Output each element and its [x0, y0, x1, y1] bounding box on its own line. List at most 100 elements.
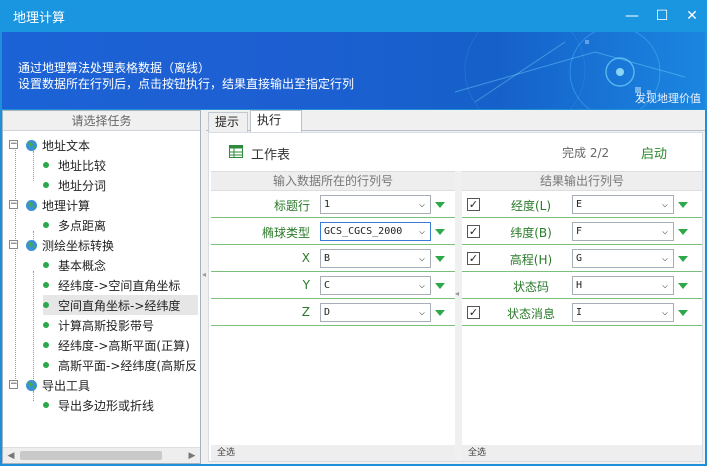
input-row-z: Z D ⌵	[211, 299, 455, 326]
tree-item-multi-distance[interactable]: 多点距离	[43, 215, 106, 235]
collapse-icon[interactable]: −	[9, 380, 18, 389]
tree-item-label: 高斯平面->经纬度(高斯反	[58, 358, 198, 373]
chevron-down-icon[interactable]: ⌵	[416, 196, 428, 213]
globe-icon	[26, 199, 37, 211]
banner-description: 通过地理算法处理表格数据（离线）	[18, 61, 211, 75]
item-dot-icon	[43, 302, 49, 308]
green-dropdown-icon[interactable]	[678, 256, 688, 262]
input-row-x: X B ⌵	[211, 245, 455, 272]
globe-icon	[26, 139, 37, 151]
output-row-elevation: ✓ 高程(H) G ⌵	[462, 245, 702, 272]
tab-hint[interactable]: 提示	[208, 112, 248, 132]
chevron-down-icon[interactable]: ⌵	[416, 250, 428, 267]
tree-group-address-text[interactable]: − 地址文本	[9, 135, 90, 155]
horizontal-scrollbar[interactable]: ◀ ▶	[3, 447, 200, 463]
collapse-icon[interactable]: −	[9, 140, 18, 149]
latitude-checkbox[interactable]: ✓	[467, 225, 480, 238]
tree-item-gauss-zone[interactable]: 计算高斯投影带号	[43, 315, 154, 335]
scrollbar-thumb[interactable]	[20, 451, 162, 460]
item-dot-icon	[43, 162, 49, 168]
tree-item-address-compare[interactable]: 地址比较	[43, 155, 106, 175]
elevation-checkbox[interactable]: ✓	[467, 252, 480, 265]
chevron-down-icon[interactable]: ⌵	[416, 223, 428, 240]
item-dot-icon	[43, 282, 49, 288]
status-code-column-select[interactable]: H ⌵	[572, 276, 674, 295]
tree-item-label: 地址比较	[58, 158, 107, 173]
tree-group-export-tools[interactable]: − 导出工具	[9, 375, 90, 395]
collapse-icon[interactable]: −	[9, 240, 18, 249]
green-dropdown-icon[interactable]	[435, 229, 445, 235]
worksheet-button[interactable]: 工作表	[251, 144, 290, 163]
globe-icon	[26, 379, 37, 391]
input-row-y: Y C ⌵	[211, 272, 455, 299]
green-dropdown-icon[interactable]	[435, 283, 445, 289]
title-bar: 地理计算 — ☐ ✕	[0, 0, 707, 32]
item-dot-icon	[43, 342, 49, 348]
output-row-label: 高程(H)	[509, 253, 553, 267]
elevation-column-select[interactable]: G ⌵	[572, 249, 674, 268]
status-message-checkbox[interactable]: ✓	[467, 306, 480, 319]
item-dot-icon	[43, 322, 49, 328]
scroll-right-icon[interactable]: ▶	[184, 448, 200, 464]
chevron-down-icon[interactable]: ⌵	[659, 304, 671, 321]
item-dot-icon	[43, 182, 49, 188]
status-message-column-select[interactable]: I ⌵	[572, 303, 674, 322]
chevron-down-icon[interactable]: ⌵	[659, 196, 671, 213]
close-button[interactable]: ✕	[677, 0, 707, 32]
panel-splitter[interactable]: ◂	[455, 171, 462, 461]
green-dropdown-icon[interactable]	[678, 283, 688, 289]
start-button[interactable]: 启动	[641, 143, 667, 162]
green-dropdown-icon[interactable]	[435, 256, 445, 262]
chevron-down-icon[interactable]: ⌵	[659, 250, 671, 267]
chevron-down-icon[interactable]: ⌵	[416, 304, 428, 321]
longitude-checkbox[interactable]: ✓	[467, 198, 480, 211]
input-select-all[interactable]: 全选	[211, 445, 455, 461]
output-row-longitude: ✓ 经度(L) E ⌵	[462, 191, 702, 218]
output-row-label: 状态码	[512, 280, 549, 294]
x-column-select[interactable]: B ⌵	[320, 249, 431, 268]
tree-item-gauss-forward[interactable]: 经纬度->高斯平面(正算)	[43, 335, 190, 355]
item-dot-icon	[43, 262, 49, 268]
task-tree: − 地址文本 地址比较 地址分词 − 地理计算 多点距离 − 测绘坐标转换 基本…	[3, 131, 200, 445]
tree-group-geo-compute[interactable]: − 地理计算	[9, 195, 90, 215]
progress-status: 完成 2/2	[562, 146, 610, 160]
output-row-label: 经度(L)	[510, 199, 552, 213]
green-dropdown-icon[interactable]	[435, 202, 445, 208]
tab-bar: 提示 执行	[206, 110, 705, 132]
tree-item-export-polygon[interactable]: 导出多边形或折线	[43, 395, 154, 415]
title-row-select[interactable]: 1 ⌵	[320, 195, 431, 214]
input-panel-header: 输入数据所在的行列号	[211, 172, 455, 191]
output-panel-header: 结果输出行列号	[462, 172, 702, 191]
tree-item-lonlat-to-xyz[interactable]: 经纬度->空间直角坐标	[43, 275, 180, 295]
tree-group-survey-transform[interactable]: − 测绘坐标转换	[9, 235, 114, 255]
ellipsoid-select[interactable]: GCS_CGCS_2000 ⌵	[320, 222, 431, 241]
chevron-down-icon[interactable]: ⌵	[659, 223, 671, 240]
longitude-column-select[interactable]: E ⌵	[572, 195, 674, 214]
output-row-label: 纬度(B)	[510, 226, 552, 240]
tree-item-xyz-to-lonlat[interactable]: 空间直角坐标->经纬度	[43, 295, 198, 315]
tree-item-gauss-inverse[interactable]: 高斯平面->经纬度(高斯反	[43, 355, 197, 375]
output-panel: 结果输出行列号 ✓ 经度(L) E ⌵ ✓ 纬度(B) F ⌵ ✓ 高程(H) G ⌵…	[462, 171, 702, 461]
tree-item-address-segment[interactable]: 地址分词	[43, 175, 106, 195]
task-panel-header: 请选择任务	[3, 111, 200, 131]
collapse-icon[interactable]: −	[9, 200, 18, 209]
chevron-down-icon[interactable]: ⌵	[659, 277, 671, 294]
output-select-all[interactable]: 全选	[462, 445, 702, 461]
tree-item-label: 基本概念	[58, 258, 107, 273]
green-dropdown-icon[interactable]	[678, 202, 688, 208]
maximize-button[interactable]: ☐	[647, 0, 677, 32]
minimize-button[interactable]: —	[617, 0, 647, 32]
chevron-down-icon[interactable]: ⌵	[416, 277, 428, 294]
task-panel: 请选择任务 − 地址文本 地址比较 地址分词 − 地理计算 多点距离 − 测绘坐…	[2, 110, 201, 464]
scroll-left-icon[interactable]: ◀	[3, 448, 19, 464]
item-dot-icon	[43, 362, 49, 368]
latitude-column-select[interactable]: F ⌵	[572, 222, 674, 241]
green-dropdown-icon[interactable]	[435, 310, 445, 316]
y-column-select[interactable]: C ⌵	[320, 276, 431, 295]
z-column-select[interactable]: D ⌵	[320, 303, 431, 322]
tab-execute[interactable]: 执行	[250, 110, 302, 132]
tree-item-basic-concept[interactable]: 基本概念	[43, 255, 106, 275]
green-dropdown-icon[interactable]	[678, 310, 688, 316]
tree-item-label: 经纬度->高斯平面(正算)	[58, 338, 190, 353]
green-dropdown-icon[interactable]	[678, 229, 688, 235]
